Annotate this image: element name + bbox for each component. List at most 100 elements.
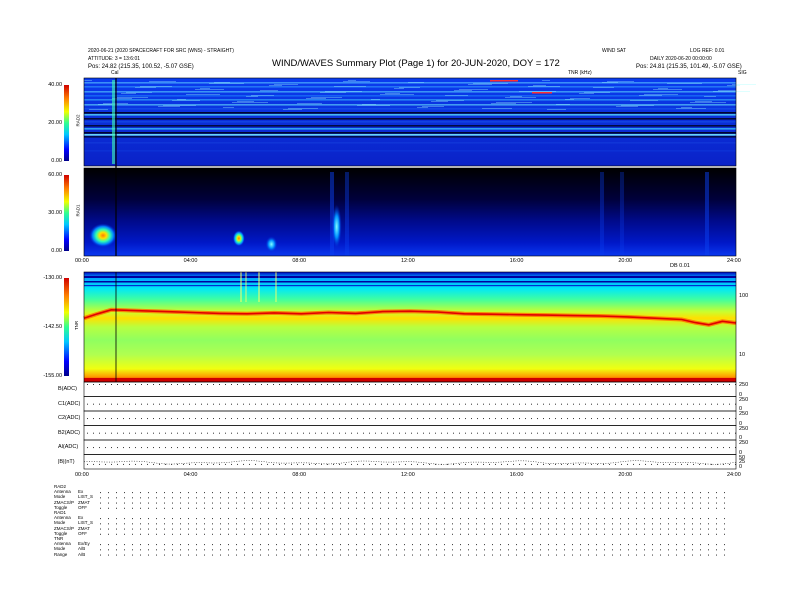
footer-dot	[324, 554, 325, 556]
adc-dot	[399, 384, 400, 385]
rad2-speck	[445, 95, 468, 96]
adc-dot	[609, 447, 610, 449]
footer-dot	[156, 518, 157, 520]
footer-dot	[660, 523, 661, 525]
footer-dot	[412, 549, 413, 551]
adc-dot	[309, 463, 310, 465]
adc-dot	[243, 463, 244, 465]
footer-dot	[596, 492, 597, 494]
adc-dot	[435, 432, 436, 434]
adc-dot	[213, 403, 214, 405]
footer-dot	[420, 544, 421, 546]
footer-dot	[340, 507, 341, 509]
adc-dot	[279, 463, 280, 465]
footer-dot	[724, 492, 725, 494]
footer-dot	[252, 492, 253, 494]
footer-dot	[412, 502, 413, 504]
footer-dot	[460, 523, 461, 525]
footer-dot	[500, 549, 501, 551]
footer-dot	[404, 528, 405, 530]
footer-dot	[612, 554, 613, 556]
footer-dot	[404, 518, 405, 520]
adc-dot	[375, 432, 376, 434]
footer-dot	[572, 528, 573, 530]
rad2-speck	[283, 109, 302, 110]
rad2-speck	[468, 84, 492, 85]
footer-dot	[148, 549, 149, 551]
footer-dot	[724, 502, 725, 504]
footer-dot	[212, 528, 213, 530]
footer-dot	[564, 544, 565, 546]
rad2-speck	[149, 81, 176, 82]
adc-dot	[225, 384, 226, 385]
adc-dot	[105, 432, 106, 434]
adc-dot	[207, 403, 208, 405]
adc-dot	[471, 384, 472, 385]
footer-dot	[652, 492, 653, 494]
rad2-speck	[84, 80, 92, 81]
adc-dot	[333, 384, 334, 385]
footer-dot	[268, 528, 269, 530]
footer-dot	[100, 518, 101, 520]
footer-dot	[116, 497, 117, 499]
footer-dot	[396, 549, 397, 551]
adc-dot	[507, 418, 508, 420]
adc-dot	[159, 384, 160, 385]
rad2-speck	[547, 109, 566, 110]
footer-dot	[692, 533, 693, 535]
footer-dot	[604, 549, 605, 551]
adc-dot	[165, 418, 166, 420]
adc-dot	[597, 463, 598, 465]
adc-dot	[645, 403, 646, 405]
footer-dot	[116, 544, 117, 546]
footer-dot	[428, 528, 429, 530]
footer-dot	[508, 497, 509, 499]
footer-dot	[668, 554, 669, 556]
footer-dot	[532, 544, 533, 546]
footer-dot	[300, 533, 301, 535]
adc-dot	[699, 432, 700, 434]
adc-dot	[591, 432, 592, 434]
b-field-line	[83, 460, 737, 465]
adc-dot	[411, 384, 412, 385]
footer-dot	[148, 528, 149, 530]
footer-dot	[636, 554, 637, 556]
footer-dot	[156, 497, 157, 499]
footer-dot	[244, 554, 245, 556]
adc-dot	[465, 447, 466, 449]
adc-dot	[441, 384, 442, 385]
footer-dot	[124, 507, 125, 509]
rad2-speck	[454, 90, 472, 91]
footer-dot	[164, 507, 165, 509]
adc-dot	[87, 463, 88, 465]
adc-dot	[615, 463, 616, 465]
adc-dot	[399, 418, 400, 420]
adc-dot	[603, 432, 604, 434]
adc-dot	[513, 384, 514, 385]
rad1-streak	[600, 172, 604, 256]
footer-dot	[660, 492, 661, 494]
footer-dot	[180, 518, 181, 520]
adc-dot	[255, 418, 256, 420]
adc-dot	[531, 432, 532, 434]
footer-dot	[644, 533, 645, 535]
footer-dot	[260, 502, 261, 504]
rad2-line-11	[84, 125, 736, 127]
ytick-tnr: -130.00	[43, 275, 62, 281]
adc-dot	[99, 403, 100, 405]
adc-dot	[735, 463, 736, 465]
footer-dot	[460, 544, 461, 546]
adc-dot	[675, 447, 676, 449]
footer-dot	[524, 523, 525, 525]
adc-dot	[195, 418, 196, 420]
footer-dot	[364, 502, 365, 504]
footer-dot	[532, 549, 533, 551]
adc-dot	[93, 463, 94, 465]
footer-dot	[252, 544, 253, 546]
footer-dot	[556, 518, 557, 520]
footer-dot	[452, 507, 453, 509]
adc-dot	[699, 384, 700, 385]
adc-dot	[699, 403, 700, 405]
footer-dot	[372, 544, 373, 546]
adc-dot	[87, 447, 88, 449]
